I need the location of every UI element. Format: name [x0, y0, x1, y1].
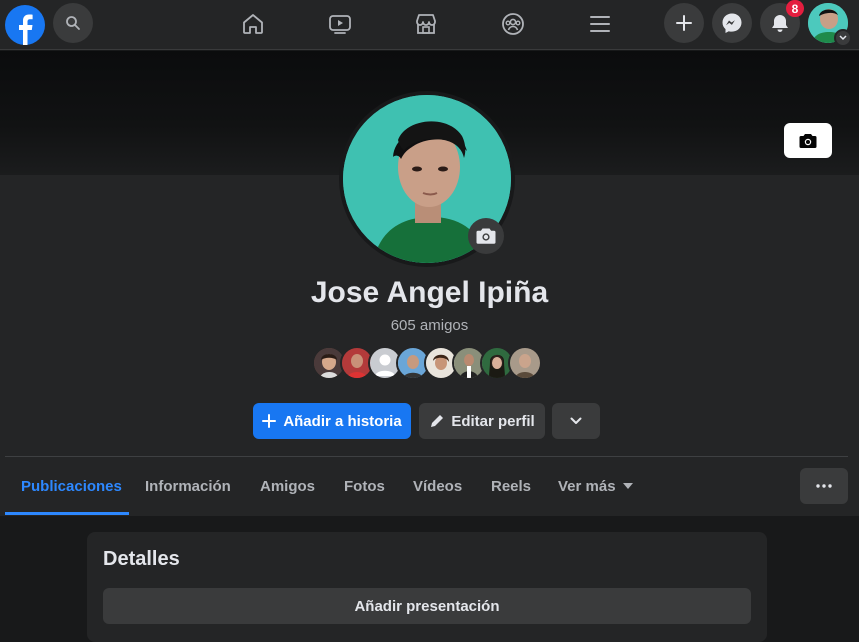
notification-badge: 8: [786, 0, 804, 17]
video-icon[interactable]: [324, 8, 356, 40]
header-divider: [5, 456, 848, 457]
create-plus-icon[interactable]: [664, 3, 704, 43]
pencil-icon: [431, 415, 444, 427]
add-to-story-button[interactable]: Añadir a historia: [253, 403, 411, 439]
tab-informacion[interactable]: Información: [145, 458, 231, 514]
details-title: Detalles: [103, 548, 180, 570]
friend-avatars: [312, 346, 552, 380]
edit-profile-label: Editar perfil: [451, 412, 535, 430]
plus-icon: [262, 414, 277, 428]
tab-fotos[interactable]: Fotos: [344, 458, 385, 514]
edit-profile-button[interactable]: Editar perfil: [419, 403, 545, 439]
marketplace-icon[interactable]: [410, 8, 442, 40]
add-to-story-label: Añadir a historia: [283, 412, 402, 430]
groups-icon[interactable]: [497, 8, 529, 40]
home-icon[interactable]: [237, 8, 269, 40]
more-options-button[interactable]: [800, 468, 848, 504]
tab-reels[interactable]: Reels: [491, 458, 531, 514]
profile-name: Jose Angel Ipiña: [310, 276, 549, 309]
facebook-logo-icon[interactable]: [5, 5, 45, 45]
friend-avatar[interactable]: [508, 346, 542, 380]
add-bio-button[interactable]: Añadir presentación: [103, 588, 751, 624]
more-profile-options-button[interactable]: [552, 403, 600, 439]
camera-icon[interactable]: [468, 218, 504, 254]
chevron-down-icon: [570, 417, 582, 424]
chevron-down-icon[interactable]: [834, 29, 852, 47]
edit-cover-photo-button[interactable]: [784, 123, 832, 158]
menu-icon[interactable]: [584, 8, 616, 40]
details-card: Detalles Añadir presentación: [87, 532, 767, 642]
camera-icon: [799, 133, 817, 148]
profile-tabs: Publicaciones Información Amigos Fotos V…: [5, 458, 848, 516]
top-navigation-bar: 8: [0, 0, 859, 50]
caret-down-icon: [622, 483, 633, 489]
tab-videos[interactable]: Vídeos: [413, 458, 462, 514]
friends-count-link[interactable]: 605 amigos: [0, 317, 859, 334]
search-icon[interactable]: [53, 3, 93, 43]
tab-ver-mas[interactable]: Ver más: [558, 458, 633, 514]
ellipsis-icon: [816, 484, 832, 488]
tab-amigos[interactable]: Amigos: [260, 458, 315, 514]
tab-ver-mas-label: Ver más: [558, 477, 616, 495]
active-tab-indicator: [5, 512, 129, 515]
messenger-icon[interactable]: [712, 3, 752, 43]
tab-publicaciones[interactable]: Publicaciones: [21, 458, 122, 514]
